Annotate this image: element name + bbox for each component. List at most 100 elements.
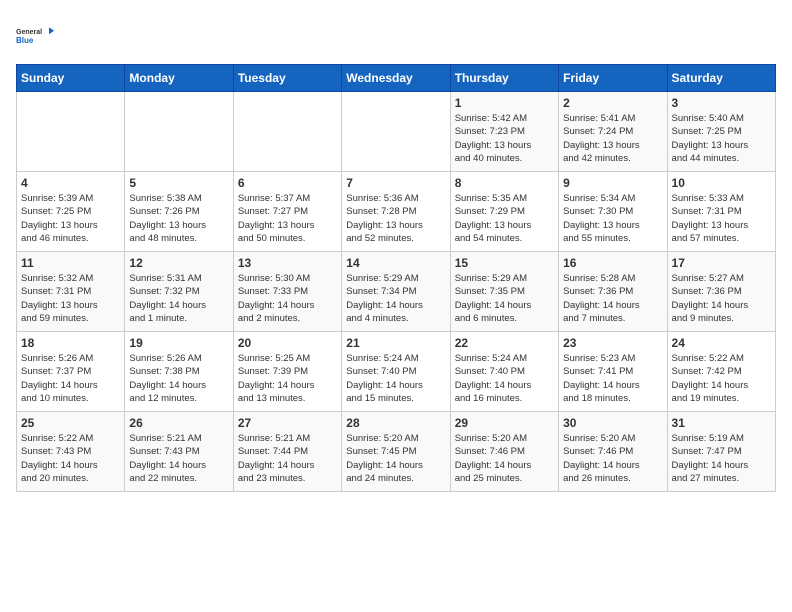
weekday-header-tuesday: Tuesday bbox=[233, 65, 341, 92]
day-info: Sunrise: 5:19 AM Sunset: 7:47 PM Dayligh… bbox=[672, 432, 771, 485]
day-number: 24 bbox=[672, 336, 771, 350]
calendar-week-5: 25Sunrise: 5:22 AM Sunset: 7:43 PM Dayli… bbox=[17, 412, 776, 492]
day-info: Sunrise: 5:31 AM Sunset: 7:32 PM Dayligh… bbox=[129, 272, 228, 325]
day-number: 6 bbox=[238, 176, 337, 190]
day-number: 14 bbox=[346, 256, 445, 270]
day-number: 5 bbox=[129, 176, 228, 190]
day-info: Sunrise: 5:26 AM Sunset: 7:38 PM Dayligh… bbox=[129, 352, 228, 405]
calendar-cell: 30 Sunrise: 5:20 AM Sunset: 7:46 PM Dayli… bbox=[559, 412, 667, 492]
calendar-cell: 1 Sunrise: 5:42 AM Sunset: 7:23 PM Daylig… bbox=[450, 92, 558, 172]
weekday-header-wednesday: Wednesday bbox=[342, 65, 450, 92]
day-number: 11 bbox=[21, 256, 120, 270]
day-number: 13 bbox=[238, 256, 337, 270]
logo: General Blue bbox=[16, 16, 56, 56]
calendar-table: SundayMondayTuesdayWednesdayThursdayFrid… bbox=[16, 64, 776, 492]
day-info: Sunrise: 5:32 AM Sunset: 7:31 PM Dayligh… bbox=[21, 272, 120, 325]
day-info: Sunrise: 5:35 AM Sunset: 7:29 PM Dayligh… bbox=[455, 192, 554, 245]
day-number: 26 bbox=[129, 416, 228, 430]
day-number: 19 bbox=[129, 336, 228, 350]
calendar-cell: 17 Sunrise: 5:27 AM Sunset: 7:36 PM Dayli… bbox=[667, 252, 775, 332]
calendar-cell: 21Sunrise: 5:24 AM Sunset: 7:40 PM Dayli… bbox=[342, 332, 450, 412]
calendar-week-4: 18 Sunrise: 5:26 AM Sunset: 7:37 PM Dayli… bbox=[17, 332, 776, 412]
calendar-cell: 26Sunrise: 5:21 AM Sunset: 7:43 PM Dayli… bbox=[125, 412, 233, 492]
calendar-cell: 14 Sunrise: 5:29 AM Sunset: 7:34 PM Dayli… bbox=[342, 252, 450, 332]
day-number: 23 bbox=[563, 336, 662, 350]
calendar-cell: 3 Sunrise: 5:40 AM Sunset: 7:25 PM Daylig… bbox=[667, 92, 775, 172]
day-info: Sunrise: 5:26 AM Sunset: 7:37 PM Dayligh… bbox=[21, 352, 120, 405]
calendar-cell: 18 Sunrise: 5:26 AM Sunset: 7:37 PM Dayli… bbox=[17, 332, 125, 412]
day-number: 18 bbox=[21, 336, 120, 350]
calendar-cell bbox=[233, 92, 341, 172]
day-info: Sunrise: 5:20 AM Sunset: 7:46 PM Dayligh… bbox=[563, 432, 662, 485]
svg-text:General: General bbox=[16, 29, 42, 36]
day-info: Sunrise: 5:21 AM Sunset: 7:44 PM Dayligh… bbox=[238, 432, 337, 485]
calendar-cell: 13 Sunrise: 5:30 AM Sunset: 7:33 PM Dayli… bbox=[233, 252, 341, 332]
day-number: 16 bbox=[563, 256, 662, 270]
day-number: 27 bbox=[238, 416, 337, 430]
day-number: 1 bbox=[455, 96, 554, 110]
day-info: Sunrise: 5:25 AM Sunset: 7:39 PM Dayligh… bbox=[238, 352, 337, 405]
day-info: Sunrise: 5:36 AM Sunset: 7:28 PM Dayligh… bbox=[346, 192, 445, 245]
day-number: 10 bbox=[672, 176, 771, 190]
logo-svg: General Blue bbox=[16, 16, 56, 56]
day-number: 2 bbox=[563, 96, 662, 110]
weekday-header-sunday: Sunday bbox=[17, 65, 125, 92]
calendar-cell bbox=[17, 92, 125, 172]
calendar-cell: 31 Sunrise: 5:19 AM Sunset: 7:47 PM Dayli… bbox=[667, 412, 775, 492]
day-number: 30 bbox=[563, 416, 662, 430]
day-info: Sunrise: 5:28 AM Sunset: 7:36 PM Dayligh… bbox=[563, 272, 662, 325]
calendar-cell: 2 Sunrise: 5:41 AM Sunset: 7:24 PM Daylig… bbox=[559, 92, 667, 172]
day-number: 3 bbox=[672, 96, 771, 110]
calendar-cell: 27 Sunrise: 5:21 AM Sunset: 7:44 PM Dayli… bbox=[233, 412, 341, 492]
calendar-week-1: 1 Sunrise: 5:42 AM Sunset: 7:23 PM Daylig… bbox=[17, 92, 776, 172]
day-info: Sunrise: 5:29 AM Sunset: 7:35 PM Dayligh… bbox=[455, 272, 554, 325]
calendar-cell: 9Sunrise: 5:34 AM Sunset: 7:30 PM Daylig… bbox=[559, 172, 667, 252]
calendar-cell: 23 Sunrise: 5:23 AM Sunset: 7:41 PM Dayli… bbox=[559, 332, 667, 412]
calendar-cell: 22Sunrise: 5:24 AM Sunset: 7:40 PM Dayli… bbox=[450, 332, 558, 412]
day-info: Sunrise: 5:27 AM Sunset: 7:36 PM Dayligh… bbox=[672, 272, 771, 325]
calendar-week-3: 11 Sunrise: 5:32 AM Sunset: 7:31 PM Dayli… bbox=[17, 252, 776, 332]
day-info: Sunrise: 5:34 AM Sunset: 7:30 PM Dayligh… bbox=[563, 192, 662, 245]
calendar-cell: 7 Sunrise: 5:36 AM Sunset: 7:28 PM Daylig… bbox=[342, 172, 450, 252]
svg-text:Blue: Blue bbox=[16, 36, 34, 45]
day-number: 17 bbox=[672, 256, 771, 270]
day-info: Sunrise: 5:39 AM Sunset: 7:25 PM Dayligh… bbox=[21, 192, 120, 245]
page-header: General Blue bbox=[16, 16, 776, 56]
calendar-cell: 16 Sunrise: 5:28 AM Sunset: 7:36 PM Dayli… bbox=[559, 252, 667, 332]
day-info: Sunrise: 5:29 AM Sunset: 7:34 PM Dayligh… bbox=[346, 272, 445, 325]
day-info: Sunrise: 5:33 AM Sunset: 7:31 PM Dayligh… bbox=[672, 192, 771, 245]
day-info: Sunrise: 5:37 AM Sunset: 7:27 PM Dayligh… bbox=[238, 192, 337, 245]
day-info: Sunrise: 5:40 AM Sunset: 7:25 PM Dayligh… bbox=[672, 112, 771, 165]
calendar-cell: 25Sunrise: 5:22 AM Sunset: 7:43 PM Dayli… bbox=[17, 412, 125, 492]
day-info: Sunrise: 5:38 AM Sunset: 7:26 PM Dayligh… bbox=[129, 192, 228, 245]
weekday-header-friday: Friday bbox=[559, 65, 667, 92]
calendar-cell: 11 Sunrise: 5:32 AM Sunset: 7:31 PM Dayli… bbox=[17, 252, 125, 332]
calendar-cell: 15Sunrise: 5:29 AM Sunset: 7:35 PM Dayli… bbox=[450, 252, 558, 332]
day-info: Sunrise: 5:24 AM Sunset: 7:40 PM Dayligh… bbox=[346, 352, 445, 405]
day-number: 22 bbox=[455, 336, 554, 350]
day-info: Sunrise: 5:22 AM Sunset: 7:42 PM Dayligh… bbox=[672, 352, 771, 405]
calendar-cell: 4Sunrise: 5:39 AM Sunset: 7:25 PM Daylig… bbox=[17, 172, 125, 252]
weekday-header-thursday: Thursday bbox=[450, 65, 558, 92]
calendar-cell: 29 Sunrise: 5:20 AM Sunset: 7:46 PM Dayli… bbox=[450, 412, 558, 492]
calendar-cell: 24 Sunrise: 5:22 AM Sunset: 7:42 PM Dayli… bbox=[667, 332, 775, 412]
day-info: Sunrise: 5:20 AM Sunset: 7:46 PM Dayligh… bbox=[455, 432, 554, 485]
day-number: 28 bbox=[346, 416, 445, 430]
day-info: Sunrise: 5:41 AM Sunset: 7:24 PM Dayligh… bbox=[563, 112, 662, 165]
day-info: Sunrise: 5:42 AM Sunset: 7:23 PM Dayligh… bbox=[455, 112, 554, 165]
calendar-cell: 19 Sunrise: 5:26 AM Sunset: 7:38 PM Dayli… bbox=[125, 332, 233, 412]
calendar-cell: 28Sunrise: 5:20 AM Sunset: 7:45 PM Dayli… bbox=[342, 412, 450, 492]
calendar-cell: 10 Sunrise: 5:33 AM Sunset: 7:31 PM Dayli… bbox=[667, 172, 775, 252]
day-number: 20 bbox=[238, 336, 337, 350]
calendar-cell: 8Sunrise: 5:35 AM Sunset: 7:29 PM Daylig… bbox=[450, 172, 558, 252]
day-number: 7 bbox=[346, 176, 445, 190]
day-number: 29 bbox=[455, 416, 554, 430]
day-number: 31 bbox=[672, 416, 771, 430]
calendar-header: SundayMondayTuesdayWednesdayThursdayFrid… bbox=[17, 65, 776, 92]
calendar-cell bbox=[125, 92, 233, 172]
calendar-cell: 6 Sunrise: 5:37 AM Sunset: 7:27 PM Daylig… bbox=[233, 172, 341, 252]
day-info: Sunrise: 5:30 AM Sunset: 7:33 PM Dayligh… bbox=[238, 272, 337, 325]
calendar-cell: 12Sunrise: 5:31 AM Sunset: 7:32 PM Dayli… bbox=[125, 252, 233, 332]
day-info: Sunrise: 5:22 AM Sunset: 7:43 PM Dayligh… bbox=[21, 432, 120, 485]
day-info: Sunrise: 5:23 AM Sunset: 7:41 PM Dayligh… bbox=[563, 352, 662, 405]
